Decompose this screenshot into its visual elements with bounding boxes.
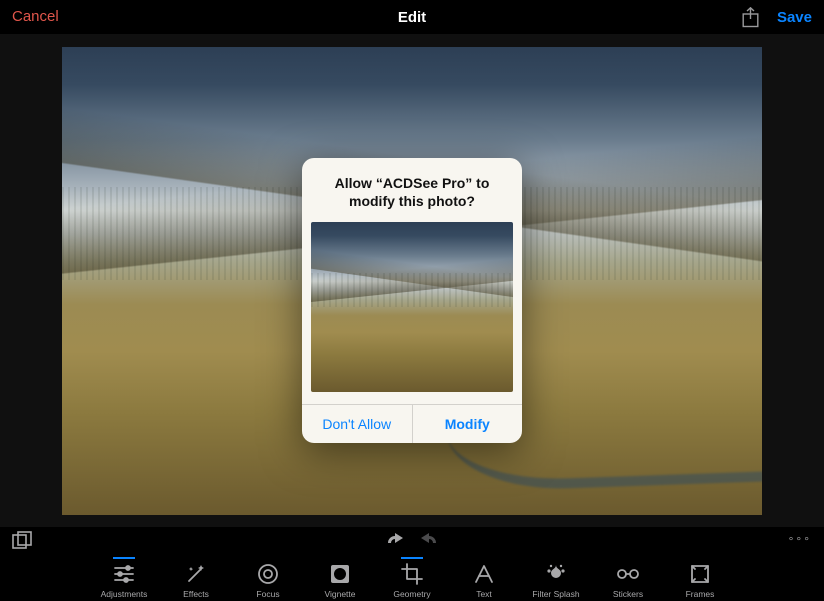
dialog-preview [311,222,513,392]
dont-allow-button[interactable]: Don't Allow [302,405,412,443]
dialog-backdrop: Allow “ACDSee Pro” to modify this photo?… [0,0,824,601]
dialog-title: Allow “ACDSee Pro” to modify this photo? [302,158,522,222]
modify-button[interactable]: Modify [412,405,523,443]
permission-dialog: Allow “ACDSee Pro” to modify this photo?… [302,158,522,443]
